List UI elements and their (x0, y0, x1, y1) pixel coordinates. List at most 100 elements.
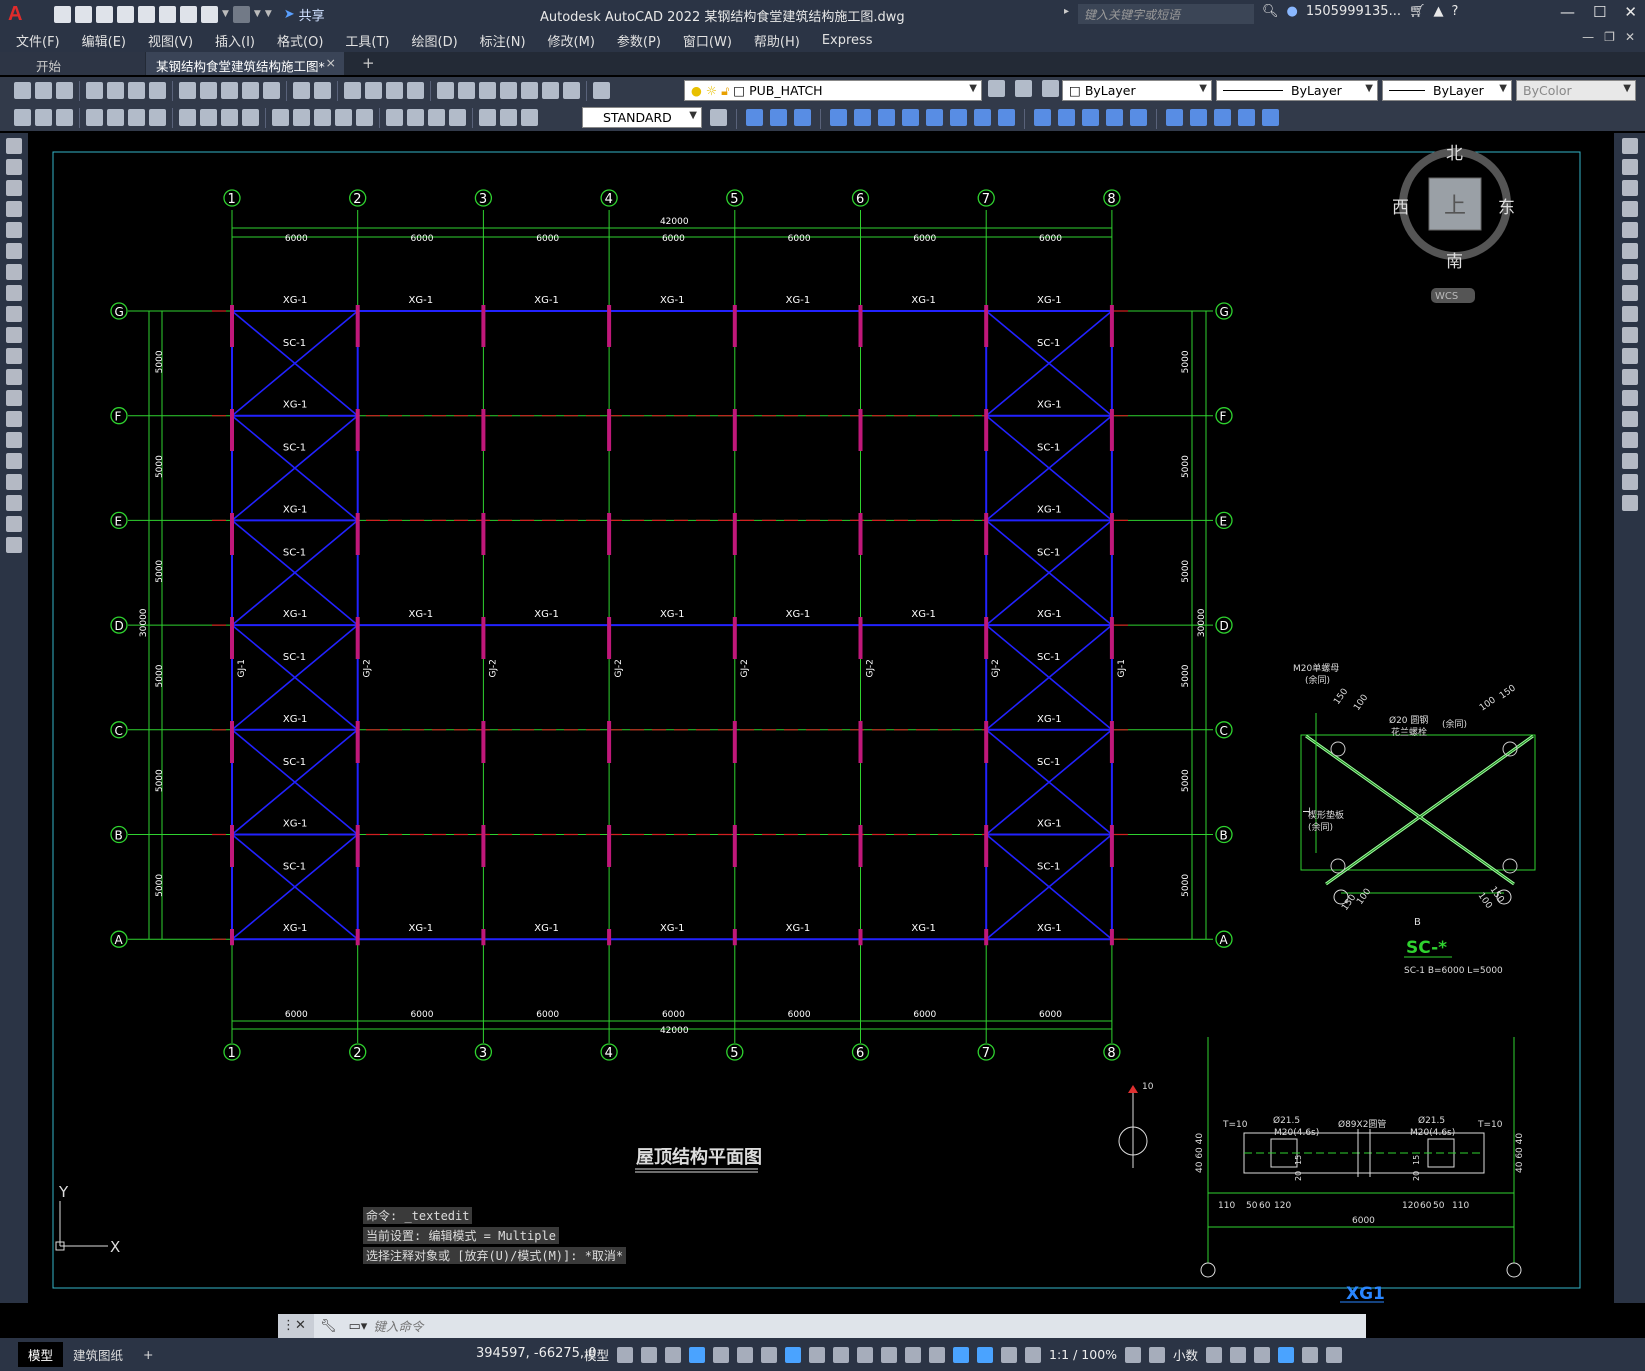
save-as-icon[interactable] (117, 5, 134, 23)
insert-block-icon[interactable] (1166, 109, 1183, 126)
center-mark-icon[interactable] (407, 109, 424, 126)
undo-dropdown-icon[interactable]: ▼ (222, 9, 229, 19)
customization-icon[interactable] (1326, 1346, 1343, 1363)
dim-style-icon[interactable] (35, 109, 52, 126)
block-editor-icon[interactable] (263, 82, 280, 99)
trim-icon[interactable] (1622, 327, 1638, 343)
web-open-icon[interactable] (138, 5, 155, 23)
units-value[interactable]: 小数 (1173, 1345, 1198, 1364)
zoom-previous-icon[interactable] (407, 82, 424, 99)
text-style-dropdown[interactable]: STANDARD ▼ (582, 107, 702, 128)
layer-state-icon[interactable] (1042, 80, 1059, 97)
make-current-icon[interactable] (988, 80, 1005, 97)
chamfer-icon[interactable] (1082, 109, 1099, 126)
object-snap-icon[interactable] (785, 1346, 802, 1363)
chamfer-icon[interactable] (1622, 432, 1638, 448)
menu-dimension[interactable]: 标注(N) (480, 31, 526, 50)
object-snap-tracking-icon[interactable] (761, 1346, 778, 1363)
tool-palettes-icon[interactable] (479, 82, 496, 99)
annotation-scale-icon[interactable] (1025, 1346, 1042, 1363)
open-file-icon[interactable] (75, 5, 92, 23)
undo-icon[interactable] (201, 5, 218, 23)
make-block-icon[interactable] (6, 390, 22, 406)
plotstyle-dropdown[interactable]: ByColor ▼ (1516, 80, 1636, 101)
selection-filter-icon[interactable] (929, 1346, 946, 1363)
fillet-icon[interactable] (1622, 453, 1638, 469)
user-name[interactable]: 1505999135... (1306, 4, 1401, 19)
lineweight-dropdown[interactable]: ByLayer ▼ (1382, 80, 1512, 101)
publish-icon[interactable] (128, 82, 145, 99)
annotation-scale-value[interactable]: 1:1 / 100% (1049, 1347, 1117, 1362)
model-space-button[interactable]: 模型 (584, 1345, 609, 1364)
customize-qa-icon[interactable]: ▼ (265, 9, 272, 19)
extend-icon[interactable] (998, 109, 1015, 126)
point-icon[interactable] (6, 411, 22, 427)
save-icon[interactable] (56, 82, 73, 99)
rotate-icon[interactable] (902, 109, 919, 126)
selection-cycling-icon[interactable] (857, 1346, 874, 1363)
copy-icon[interactable] (200, 82, 217, 99)
array-icon[interactable] (854, 109, 871, 126)
tab-start[interactable]: 开始 (0, 52, 145, 75)
jogged-dim-icon[interactable] (200, 109, 217, 126)
search-icon[interactable]: 🔍︎ (1262, 4, 1279, 19)
radius-dim-icon[interactable] (179, 109, 196, 126)
erase-icon[interactable] (1622, 138, 1638, 154)
redo-dropdown-icon[interactable]: ▼ (254, 9, 261, 19)
viewcube-south[interactable]: 南 (1446, 252, 1463, 272)
blend-icon[interactable] (1622, 474, 1638, 490)
dim-edit-icon[interactable] (479, 109, 496, 126)
dim-text-edit-icon[interactable] (500, 109, 517, 126)
command-prompt-icon[interactable]: ▭▾ (349, 1319, 368, 1334)
extend-icon[interactable] (1622, 348, 1638, 364)
menu-file[interactable]: 文件(F) (16, 31, 60, 50)
baseline-dim-icon[interactable] (293, 109, 310, 126)
workspace-gear-icon[interactable] (1125, 1346, 1142, 1363)
maximize-icon[interactable]: ☐ (1593, 3, 1606, 21)
viewcube-east[interactable]: 东 (1498, 198, 1515, 218)
design-center-icon[interactable] (458, 82, 475, 99)
insert-block-icon[interactable] (6, 369, 22, 385)
new-file-icon[interactable] (54, 5, 71, 23)
dynamic-ucs-icon[interactable] (905, 1346, 922, 1363)
auto-scale-icon[interactable] (1001, 1346, 1018, 1363)
linear-dim-icon[interactable] (86, 109, 103, 126)
linetype-dropdown[interactable]: ByLayer ▼ (1216, 80, 1378, 101)
annotation-monitor-icon[interactable] (1149, 1346, 1166, 1363)
doc-close-icon[interactable]: ✕ (1625, 30, 1635, 44)
menu-view[interactable]: 视图(V) (148, 31, 193, 50)
layout-tab[interactable]: 建筑图纸 (63, 1342, 133, 1367)
dim-break-icon[interactable] (356, 109, 373, 126)
offset-icon[interactable] (830, 109, 847, 126)
point-icon[interactable] (1214, 109, 1231, 126)
mirror-icon[interactable] (1622, 180, 1638, 196)
join-icon[interactable] (1058, 109, 1075, 126)
layer-lock-icon[interactable]: 🔓︎ (721, 83, 729, 99)
calculator-icon[interactable] (542, 82, 559, 99)
snap-icon[interactable] (641, 1346, 658, 1363)
arc-icon[interactable] (6, 243, 22, 259)
minimize-icon[interactable]: — (1560, 3, 1575, 21)
region-icon[interactable] (6, 474, 22, 490)
markup-icon[interactable] (521, 82, 538, 99)
viewcube-north[interactable]: 北 (1446, 144, 1463, 164)
doc-minimize-icon[interactable]: — (1582, 30, 1594, 44)
line-icon[interactable] (6, 138, 22, 154)
3d-osnap-icon[interactable] (881, 1346, 898, 1363)
continue-dim-icon[interactable] (314, 109, 331, 126)
inspect-icon[interactable] (428, 109, 445, 126)
save-icon[interactable] (96, 5, 113, 23)
trim-icon[interactable] (974, 109, 991, 126)
copy-icon[interactable] (1622, 159, 1638, 175)
grid-icon[interactable] (617, 1346, 634, 1363)
help-icon[interactable] (563, 82, 580, 99)
layer-on-icon[interactable]: ● (691, 83, 702, 98)
ellipse-icon[interactable] (6, 327, 22, 343)
viewcube-west[interactable]: 西 (1392, 198, 1409, 218)
break-icon[interactable] (1034, 109, 1051, 126)
rectangle-icon[interactable] (6, 222, 22, 238)
cut-icon[interactable] (179, 82, 196, 99)
model-tab[interactable]: 模型 (18, 1342, 64, 1367)
search-input[interactable]: 键入关键字或短语 (1078, 4, 1254, 24)
tab-drawing[interactable]: 某钢结构食堂建筑结构施工图* × (146, 52, 344, 75)
